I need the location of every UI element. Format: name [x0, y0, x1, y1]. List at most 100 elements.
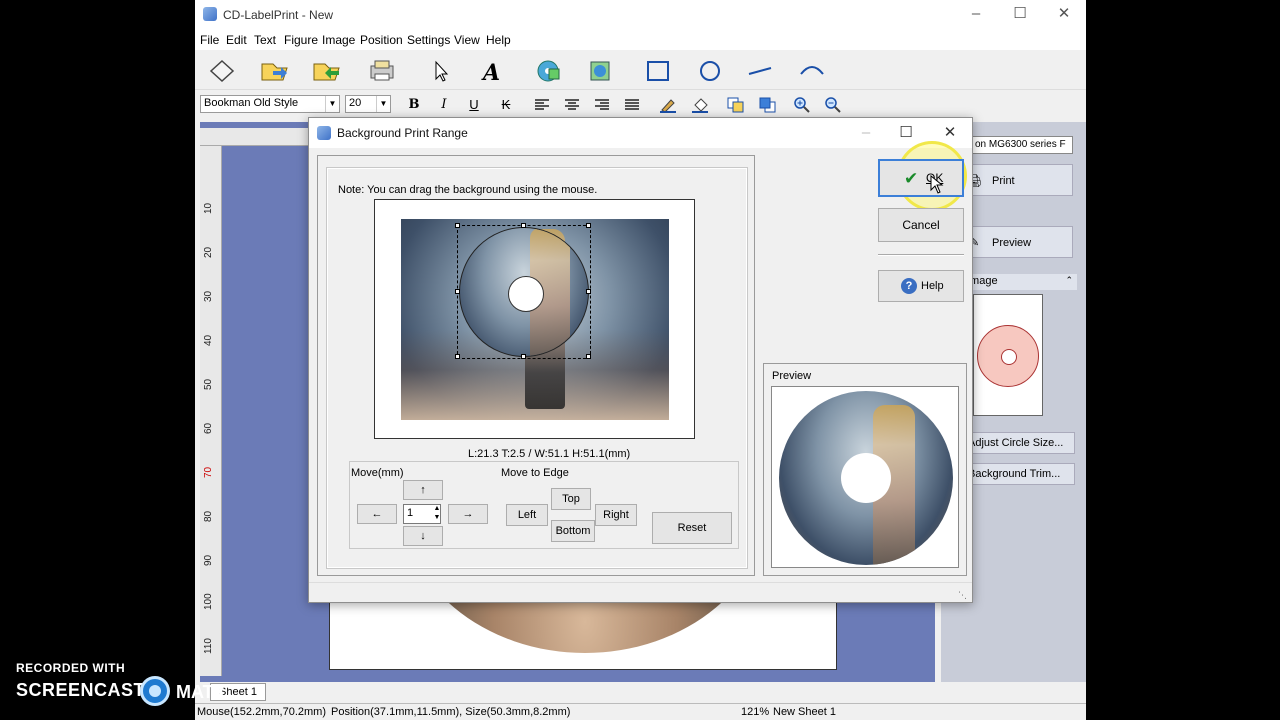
background-trim-button[interactable]: Background Trim... [963, 463, 1075, 485]
printer-value: on MG6300 series F [975, 139, 1066, 150]
preview-box [771, 386, 959, 568]
menu-figure[interactable]: Figure [284, 33, 318, 47]
close-button[interactable]: ✕ [1042, 0, 1086, 30]
menu-position[interactable]: Position [360, 33, 403, 47]
open-file-icon[interactable] [259, 58, 289, 84]
save-file-icon[interactable] [311, 58, 341, 84]
maximize-button[interactable]: ☐ [998, 0, 1042, 30]
rectangle-tool-icon[interactable] [643, 58, 673, 84]
text-tool-icon[interactable]: A [477, 58, 507, 86]
cancel-button[interactable]: Cancel [878, 208, 964, 242]
menu-text[interactable]: Text [254, 33, 276, 47]
move-right-button[interactable]: → [448, 504, 488, 524]
line-color-icon[interactable] [657, 95, 679, 115]
help-label: Help [921, 280, 944, 292]
minimize-button[interactable]: – [954, 0, 998, 30]
fill-color-icon[interactable] [689, 95, 711, 115]
resize-handle[interactable] [455, 289, 460, 294]
chevron-down-icon: ▼ [376, 96, 390, 112]
drag-note: Note: You can drag the background using … [338, 184, 598, 196]
edge-bottom-button[interactable]: Bottom [551, 520, 595, 542]
bring-front-icon[interactable] [725, 95, 747, 115]
resize-handle[interactable] [521, 354, 526, 359]
justify-icon[interactable] [621, 95, 643, 115]
label-paper[interactable] [329, 602, 837, 670]
move-step-spinner[interactable]: ▲ ▼ [432, 504, 442, 524]
line-tool-icon[interactable] [745, 58, 775, 84]
label-thumbnail[interactable] [973, 294, 1043, 416]
bold-button[interactable]: B [403, 95, 425, 115]
preview-title: Preview [772, 370, 812, 382]
app-title: CD-LabelPrint - New [223, 8, 334, 22]
resize-handle[interactable] [586, 223, 591, 228]
italic-button[interactable]: I [433, 95, 455, 115]
font-name-select[interactable]: Bookman Old Style ▼ [200, 95, 340, 113]
resize-handle[interactable] [586, 289, 591, 294]
vertical-ruler: 10 20 30 40 50 60 70 80 90 100 110 [200, 146, 222, 676]
strikethrough-button[interactable]: K [495, 95, 517, 115]
adjust-circle-size-button[interactable]: Adjust Circle Size... [963, 432, 1075, 454]
watermark-recorded-with: RECORDED WITH [16, 661, 126, 675]
edge-right-button[interactable]: Right [595, 504, 637, 526]
resize-grip-icon[interactable]: ⋱ [958, 590, 968, 600]
ruler-label: 70 [203, 466, 214, 478]
thumbnail-disc [977, 325, 1039, 387]
preview-button[interactable]: ✎ Preview [961, 226, 1073, 258]
font-size-select[interactable]: 20 ▼ [345, 95, 391, 113]
align-right-icon[interactable] [591, 95, 613, 115]
print-layout-icon[interactable] [367, 58, 397, 84]
resize-handle[interactable] [455, 223, 460, 228]
dialog-minimize-button[interactable]: – [846, 119, 886, 147]
app-icon [203, 7, 217, 21]
print-range-selection[interactable] [455, 223, 591, 359]
move-mm-label: Move(mm) [351, 467, 404, 479]
edge-top-button[interactable]: Top [551, 488, 591, 510]
printer-select[interactable]: on MG6300 series F [971, 136, 1073, 154]
menu-edit[interactable]: Edit [226, 33, 247, 47]
ruler-label: 10 [203, 202, 214, 214]
chevron-down-icon: ▼ [325, 96, 339, 112]
resize-handle[interactable] [455, 354, 460, 359]
menu-view[interactable]: View [454, 33, 480, 47]
ok-button[interactable]: ✔ OK [878, 159, 964, 197]
collapse-icon[interactable]: ⌃ [1065, 275, 1073, 286]
disc-image-icon[interactable] [533, 58, 563, 84]
ruler-label: 40 [203, 334, 214, 346]
reset-button[interactable]: Reset [652, 512, 732, 544]
resize-handle[interactable] [586, 354, 591, 359]
preview-disc-hole [841, 453, 891, 503]
arc-tool-icon[interactable] [797, 58, 827, 84]
align-center-icon[interactable] [561, 95, 583, 115]
move-to-edge-label: Move to Edge [501, 467, 569, 479]
circle-tool-icon[interactable] [695, 58, 725, 84]
move-left-button[interactable]: ← [357, 504, 397, 524]
format-toolbar: Bookman Old Style ▼ 20 ▼ B I U K [195, 92, 1086, 117]
range-coordinates: L:21.3 T:2.5 / W:51.1 H:51.1(mm) [468, 448, 631, 460]
menu-help[interactable]: Help [486, 33, 511, 47]
image-section-header[interactable]: Image ⌃ [961, 274, 1077, 290]
menu-image[interactable]: Image [322, 33, 355, 47]
app-titlebar: CD-LabelPrint - New – ☐ ✕ [195, 0, 1086, 30]
new-label-icon[interactable] [207, 58, 237, 84]
move-step-value: 1 [407, 507, 414, 519]
move-up-button[interactable]: ↑ [403, 480, 443, 500]
disc-label-image[interactable] [400, 603, 770, 653]
background-image[interactable] [401, 219, 669, 420]
menu-settings[interactable]: Settings [407, 33, 450, 47]
menu-file[interactable]: File [200, 33, 219, 47]
zoom-out-icon[interactable] [822, 95, 844, 115]
insert-image-icon[interactable] [585, 58, 615, 84]
ruler-label: 20 [203, 246, 214, 258]
select-pointer-icon[interactable] [425, 58, 455, 84]
underline-button[interactable]: U [463, 95, 485, 115]
send-back-icon[interactable] [757, 95, 779, 115]
help-button[interactable]: ? Help [878, 270, 964, 302]
move-down-button[interactable]: ↓ [403, 526, 443, 546]
ruler-label: 80 [203, 510, 214, 522]
edge-left-button[interactable]: Left [506, 504, 548, 526]
print-button[interactable]: 🖨 Print [961, 164, 1073, 196]
resize-handle[interactable] [521, 223, 526, 228]
status-mouse: Mouse(152.2mm,70.2mm) [197, 706, 326, 718]
zoom-in-icon[interactable] [791, 95, 813, 115]
align-left-icon[interactable] [531, 95, 553, 115]
